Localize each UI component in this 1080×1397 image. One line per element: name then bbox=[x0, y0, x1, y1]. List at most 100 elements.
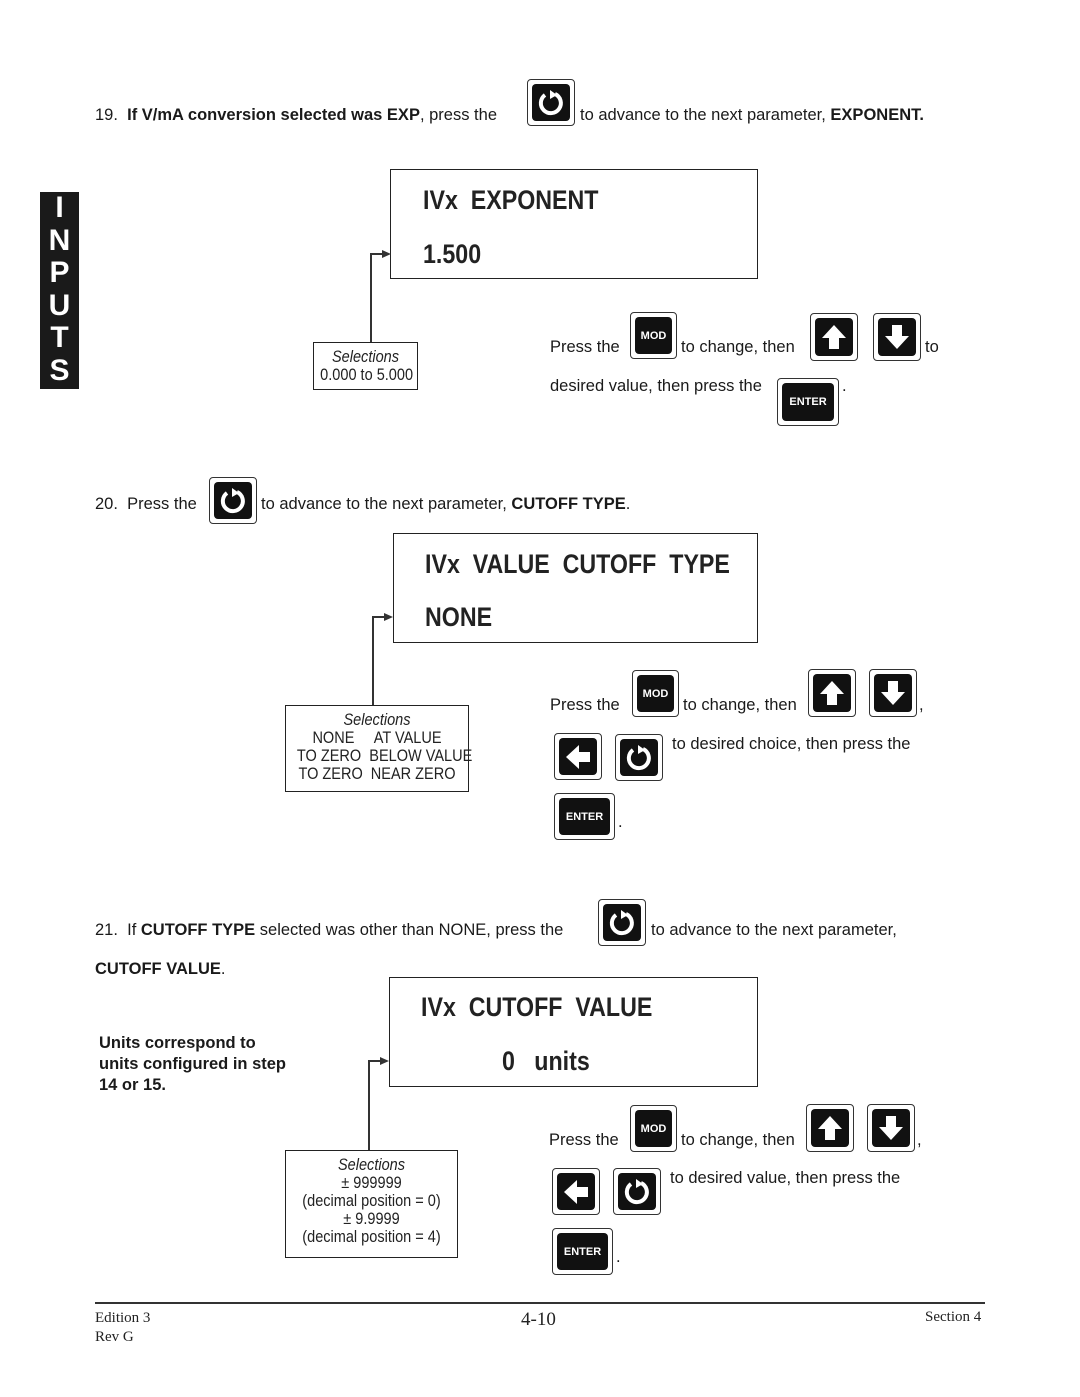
step-text: to advance to the next parameter, bbox=[261, 495, 507, 513]
instruction-text: to change, then bbox=[683, 696, 797, 714]
parameter-name: EXPONENT. bbox=[830, 106, 924, 124]
selections-box-exponent: Selections 0.000 to 5.000 bbox=[313, 342, 418, 390]
page-number: 4-10 bbox=[521, 1309, 556, 1330]
up-arrow-key[interactable] bbox=[810, 313, 858, 361]
advance-cycle-icon bbox=[538, 89, 563, 115]
display-value: 0 units bbox=[502, 1046, 590, 1076]
selection-option: ± 9.9999 bbox=[343, 1210, 400, 1228]
mod-key[interactable]: MOD bbox=[630, 312, 677, 359]
display-exponent: IVx EXPONENT 1.500 bbox=[390, 169, 758, 279]
instruction-text: Press the bbox=[550, 696, 620, 714]
arrow-left-icon bbox=[564, 1179, 588, 1204]
selection-option: (decimal position = 0) bbox=[302, 1192, 441, 1210]
advance-key[interactable] bbox=[527, 79, 575, 126]
mod-key-label: MOD bbox=[635, 1110, 672, 1147]
units-note: Units correspond to units configured in … bbox=[99, 1033, 286, 1096]
punctuation: . bbox=[220, 960, 226, 978]
down-arrow-key[interactable] bbox=[867, 1104, 915, 1152]
step-text: selected was other than NONE, press the bbox=[259, 921, 564, 939]
revision-label: Rev G bbox=[95, 1329, 134, 1345]
connector-line bbox=[372, 617, 374, 705]
tab-letter: N bbox=[48, 223, 71, 257]
mod-key[interactable]: MOD bbox=[630, 1105, 677, 1152]
advance-cycle-icon bbox=[626, 744, 651, 770]
selections-title: Selections bbox=[331, 348, 399, 366]
display-line-1: IVx CUTOFF VALUE bbox=[421, 992, 653, 1022]
punctuation: . bbox=[618, 813, 623, 831]
parameter-name: CUTOFF VALUE bbox=[95, 960, 221, 978]
display-cutoff-value: IVx CUTOFF VALUE 0 units bbox=[389, 977, 758, 1087]
up-arrow-key[interactable] bbox=[808, 669, 856, 717]
connector-line bbox=[368, 1061, 370, 1151]
advance-cycle-icon bbox=[624, 1178, 649, 1204]
selection-option: NONE AT VALUE bbox=[312, 729, 442, 747]
parameter-name: CUTOFF TYPE bbox=[140, 921, 256, 939]
punctuation: . bbox=[625, 495, 631, 513]
note-line: units configured in step bbox=[99, 1055, 287, 1073]
footer-edition: Edition 3 Rev G bbox=[95, 1309, 150, 1347]
arrow-down-icon bbox=[879, 1116, 903, 1140]
enter-key-label: ENTER bbox=[557, 1233, 608, 1270]
advance-cycle-icon bbox=[220, 487, 245, 513]
step-text: to advance to the next parameter, bbox=[651, 921, 897, 939]
note-line: 14 or 15. bbox=[99, 1076, 166, 1094]
advance-key[interactable] bbox=[613, 1168, 661, 1215]
selection-option: TO ZERO NEAR ZERO bbox=[298, 765, 456, 783]
arrow-left-icon bbox=[566, 744, 590, 769]
instruction-text: to change, then bbox=[681, 338, 795, 356]
selections-box-cutoff-value: Selections ± 999999 (decimal position = … bbox=[285, 1150, 458, 1258]
selections-box-cutoff-type: Selections NONE AT VALUE TO ZERO BELOW V… bbox=[285, 705, 473, 792]
parameter-name: CUTOFF TYPE bbox=[511, 495, 626, 513]
arrow-up-icon bbox=[820, 681, 844, 705]
advance-cycle-icon bbox=[609, 909, 634, 935]
mod-key[interactable]: MOD bbox=[632, 670, 679, 717]
advance-key[interactable] bbox=[615, 734, 663, 781]
step-condition: If V/mA conversion selected was EXP bbox=[127, 106, 420, 124]
down-arrow-key[interactable] bbox=[873, 313, 921, 361]
left-arrow-key[interactable] bbox=[554, 733, 602, 780]
mod-key-label: MOD bbox=[637, 675, 674, 712]
display-line-1: IVx VALUE CUTOFF TYPE bbox=[425, 549, 730, 579]
advance-key[interactable] bbox=[209, 477, 257, 524]
note-line: Units correspond to bbox=[99, 1034, 256, 1052]
selection-option: TO ZERO BELOW VALUE bbox=[296, 747, 473, 765]
instruction-text: Press the bbox=[550, 338, 620, 356]
connector-line bbox=[370, 254, 372, 343]
enter-key[interactable]: ENTER bbox=[552, 1228, 613, 1275]
connector-arrow-icon bbox=[384, 613, 393, 621]
instruction-text: to change, then bbox=[681, 1131, 795, 1149]
selections-title: Selections bbox=[337, 1156, 405, 1174]
punctuation: , bbox=[917, 1131, 922, 1149]
punctuation: . bbox=[842, 377, 847, 395]
down-arrow-key[interactable] bbox=[869, 669, 917, 717]
instruction-text: desired value, then press the bbox=[550, 377, 762, 395]
left-arrow-key[interactable] bbox=[552, 1168, 600, 1215]
arrow-up-icon bbox=[822, 325, 846, 349]
step-19-text: 19. If V/mA conversion selected was EXP,… bbox=[95, 105, 497, 125]
instruction-text: to desired choice, then press the bbox=[672, 735, 911, 753]
tab-letter: S bbox=[49, 353, 70, 387]
arrow-down-icon bbox=[885, 325, 909, 349]
step-21-param: CUTOFF VALUE. bbox=[95, 959, 225, 979]
enter-key[interactable]: ENTER bbox=[777, 378, 839, 426]
arrow-up-icon bbox=[818, 1116, 842, 1140]
step-text: to advance to the next parameter, bbox=[580, 106, 826, 124]
enter-key-label: ENTER bbox=[559, 798, 610, 835]
selections-title: Selections bbox=[343, 711, 411, 729]
section-label: Section 4 bbox=[925, 1309, 982, 1325]
display-value: 1.500 bbox=[423, 239, 482, 269]
step-number: 19. bbox=[95, 106, 118, 124]
enter-key[interactable]: ENTER bbox=[554, 793, 615, 840]
tab-letter: T bbox=[50, 321, 69, 354]
step-text: If bbox=[127, 921, 137, 939]
connector-arrow-icon bbox=[382, 250, 391, 258]
advance-key[interactable] bbox=[598, 899, 646, 946]
arrow-down-icon bbox=[881, 681, 905, 705]
inputs-section-tab: I N P U T S bbox=[40, 191, 79, 389]
up-arrow-key[interactable] bbox=[806, 1104, 854, 1152]
selection-option: ± 999999 bbox=[341, 1174, 402, 1192]
tab-letter: I bbox=[55, 191, 64, 224]
selections-range: 0.000 to 5.000 bbox=[320, 366, 414, 384]
tab-letter: P bbox=[49, 256, 70, 289]
selection-option: (decimal position = 4) bbox=[302, 1228, 441, 1246]
